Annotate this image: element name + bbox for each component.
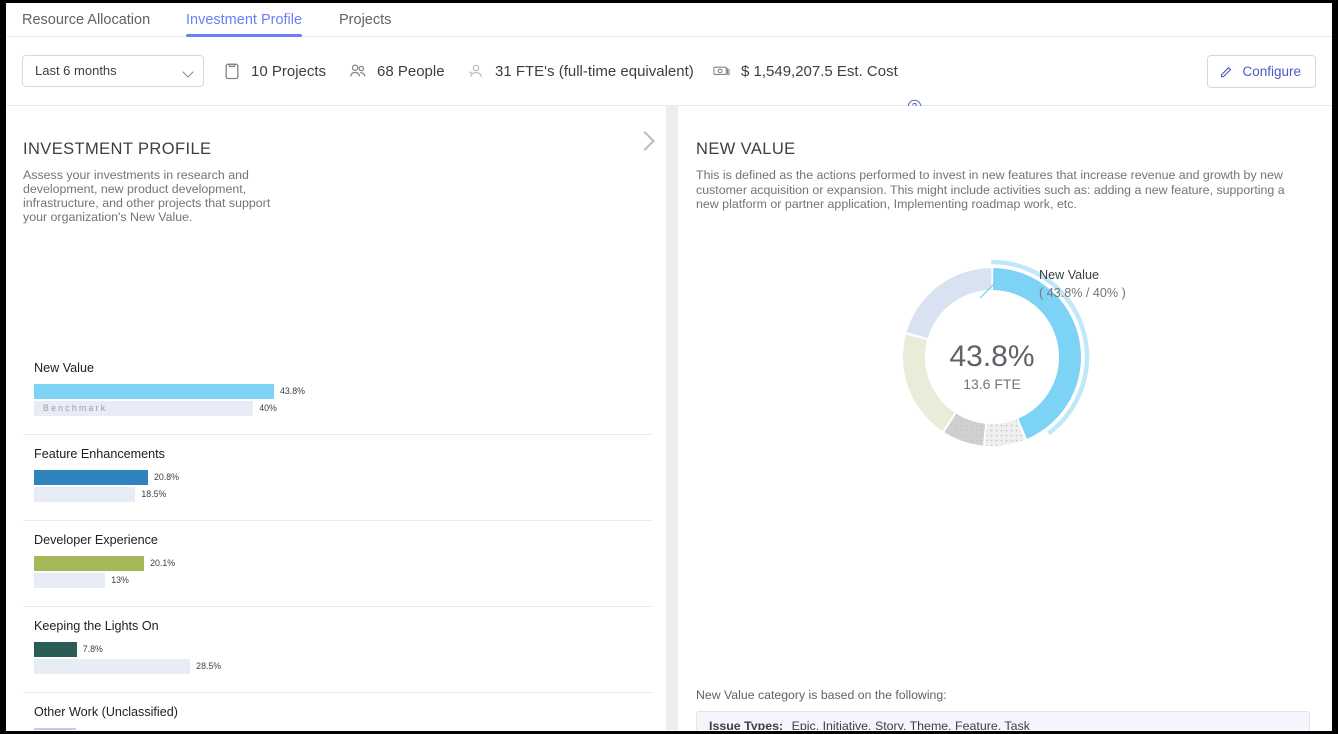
stat-fte: 31 FTE's (full-time equivalent): [466, 55, 694, 87]
bar-actual-line: 20.8%: [34, 470, 652, 485]
tab-label: Resource Allocation: [22, 12, 151, 28]
tab-investment-profile[interactable]: Investment Profile: [186, 3, 303, 37]
person-gear-icon: [469, 64, 482, 77]
category-caption: New Value category is based on the follo…: [696, 688, 947, 702]
bar-actual-value: 43.8%: [280, 386, 305, 396]
people-icon: [350, 64, 366, 77]
bar-benchmark-value: 40%: [259, 403, 277, 413]
donut-slice-developer-experience[interactable]: [903, 334, 955, 431]
bar-benchmark-fill: [34, 659, 191, 674]
bar-actual-fill: [34, 728, 76, 730]
bar-row[interactable]: Developer Experience 20.1% 13%: [23, 521, 652, 607]
issue-types-label: Issue Types:: [709, 719, 784, 730]
donut-center-value: 43.8%: [949, 340, 1034, 373]
issue-types-box: Issue Types: Epic, Initiative, Story, Th…: [696, 711, 1310, 730]
bar-benchmark-fill: [34, 487, 136, 502]
stat-label: 10 Projects: [251, 62, 327, 80]
bar-actual-value: 20.1%: [150, 558, 176, 568]
bar-row-label: New Value: [34, 361, 94, 375]
chevron-right-icon[interactable]: [635, 131, 655, 151]
bar-actual-line: 20.1%: [34, 556, 652, 571]
donut-slice-other-work-unclassified-pattern: [985, 419, 1025, 446]
stat-people: 68 People: [348, 55, 445, 87]
right-panel-description: This is defined as the actions performed…: [696, 168, 1285, 211]
bar-benchmark-line: Benchmark 40%: [34, 401, 652, 416]
bar-benchmark-value: 28.5%: [196, 661, 222, 671]
bar-benchmark-fill: [34, 573, 106, 588]
investment-bar-chart: New Value 43.8% Benchmark 40% Feature Enhanc…: [23, 349, 652, 730]
configure-label: Configure: [1242, 64, 1301, 79]
new-value-donut-chart: New Value ( 43.8% / 40% ) 43.8% 13.6 FTE: [903, 259, 1126, 446]
money-icon: [713, 66, 730, 76]
bar-benchmark-value: 13%: [111, 575, 129, 585]
left-panel-title: INVESTMENT PROFILE: [23, 140, 212, 158]
benchmark-caption: Benchmark: [43, 403, 108, 413]
tab-label: Investment Profile: [186, 12, 303, 28]
clipboard-icon: [225, 63, 239, 80]
tab-label: Projects: [339, 12, 392, 28]
left-panel-description: Assess your investments in research and …: [23, 168, 271, 224]
stat-est-cost: $ 1,549,207.5 Est. Cost: [712, 55, 898, 87]
callout-values: ( 43.8% / 40% ): [1039, 286, 1126, 300]
content-area: INVESTMENT PROFILE Assess your investmen…: [6, 106, 1332, 730]
bar-row-label: Developer Experience: [34, 533, 158, 547]
bar-row[interactable]: Feature Enhancements 20.8% 18.5%: [23, 435, 652, 521]
stat-projects: 10 Projects: [222, 55, 326, 87]
donut-center-sublabel: 13.6 FTE: [963, 376, 1021, 392]
right-panel-title: NEW VALUE: [696, 140, 796, 158]
bar-benchmark-line: 13%: [34, 573, 652, 588]
period-select[interactable]: Last 6 months: [22, 55, 204, 87]
issue-types-value: Epic, Initiative, Story, Theme, Feature,…: [791, 719, 1030, 730]
bar-actual-line: 7.8%: [34, 642, 652, 657]
callout-label: New Value: [1039, 268, 1099, 282]
bar-actual-line: 43.8%: [34, 384, 652, 399]
new-value-panel: NEW VALUE This is defined as the actions…: [678, 106, 1332, 730]
bar-actual-fill: [34, 642, 77, 657]
bar-actual-fill: [34, 384, 275, 399]
bar-actual-fill: [34, 556, 145, 571]
investment-profile-panel: INVESTMENT PROFILE Assess your investmen…: [6, 106, 666, 730]
stat-label: 31 FTE's (full-time equivalent): [495, 62, 694, 80]
bar-benchmark-line: 28.5%: [34, 659, 652, 674]
bar-row[interactable]: Other Work (Unclassified) 7.6%: [23, 693, 652, 730]
app-window: Resource Allocation Investment Profile P…: [6, 3, 1332, 731]
tab-projects[interactable]: Projects: [339, 3, 391, 37]
bar-actual-value: 20.8%: [153, 472, 179, 482]
bar-actual-line: 7.6%: [34, 728, 652, 730]
pencil-icon: [1221, 66, 1232, 78]
bar-row-label: Other Work (Unclassified): [34, 705, 178, 719]
stat-label: $ 1,549,207.5 Est. Cost: [741, 62, 898, 80]
bar-row[interactable]: New Value 43.8% Benchmark 40%: [23, 349, 652, 435]
bar-row-label: Keeping the Lights On: [34, 619, 159, 633]
configure-button[interactable]: Configure: [1207, 55, 1316, 88]
chevron-down-icon: [182, 66, 194, 78]
toolbar: Last 6 months 10 Projects 68 People 31 F…: [6, 37, 1332, 114]
bar-benchmark-line: 18.5%: [34, 487, 652, 502]
bar-row-label: Feature Enhancements: [34, 447, 165, 461]
callout-dot: [1023, 279, 1029, 285]
bar-actual-fill: [34, 470, 148, 485]
period-select-value: Last 6 months: [35, 63, 117, 78]
tab-bar: Resource Allocation Investment Profile P…: [6, 3, 1332, 37]
tab-resource-allocation[interactable]: Resource Allocation: [22, 3, 150, 37]
stat-label: 68 People: [377, 62, 445, 80]
bar-benchmark-value: 18.5%: [141, 489, 167, 499]
donut-slice-feature-enhancements[interactable]: [906, 268, 992, 339]
bar-actual-value: 7.8%: [82, 644, 103, 654]
bar-row[interactable]: Keeping the Lights On 7.8% 28.5%: [23, 607, 652, 693]
